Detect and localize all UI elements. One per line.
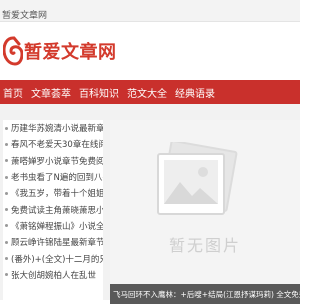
list-item-title[interactable]: 顾云峥许锦陆星最新章节 全文…	[11, 236, 103, 248]
list-item-title[interactable]: 免费试读主角萧晓萧思小说	[11, 204, 103, 216]
list-item-title[interactable]: 老书虫看了N遍的回到八零我被…	[11, 171, 103, 183]
list-item-title[interactable]: (番外)+(全文)十二月的兄没有…	[11, 253, 103, 265]
list-item[interactable]: 春风不老爱天30章在线阅读 …	[3, 136, 103, 152]
list-item[interactable]: 历建华苏婉清小说最新章节 历…	[3, 120, 103, 136]
list-item[interactable]: 萧嗒婵罗小说章节免费阅读 …	[3, 153, 103, 169]
list-item[interactable]: (番外)+(全文)十二月的兄没有…	[3, 250, 103, 266]
article-list: 历建华苏婉清小说最新章节 历… 春风不老爱天30章在线阅读 … 萧嗒婵罗小说章节…	[3, 120, 103, 304]
bullet-icon	[5, 126, 8, 130]
bullet-icon	[5, 191, 8, 195]
main-content: 历建华苏婉清小说最新章节 历… 春风不老爱天30章在线阅读 … 萧嗒婵罗小说章节…	[0, 104, 300, 304]
bullet-icon	[5, 273, 8, 277]
bullet-icon	[5, 257, 8, 261]
bullet-icon	[5, 142, 8, 146]
list-item-title[interactable]: 春风不老爱天30章在线阅读 …	[11, 138, 103, 150]
logo-icon[interactable]	[3, 36, 23, 66]
placeholder-text: 暂无图片	[168, 236, 241, 255]
featured-article[interactable]: 暂无图片 飞马回环不入鹰林：+后嗖+结局(江恩抒谋玛莉) 全文免费阅读无弹窗大结…	[110, 120, 300, 304]
nav-item-templates[interactable]: 范文大全	[123, 85, 171, 100]
bullet-icon	[5, 175, 8, 179]
list-item-title[interactable]: 历建华苏婉清小说最新章节 历…	[11, 122, 103, 134]
list-item[interactable]: 《我五岁，带着十个姐姐一起…	[3, 185, 103, 201]
list-item[interactable]: 顾云峥许锦陆星最新章节 全文…	[3, 234, 103, 250]
nav-item-home[interactable]: 首页	[0, 85, 27, 100]
bullet-icon	[5, 208, 8, 212]
list-item[interactable]: 张大创胡婉柏人在乱世	[3, 267, 103, 283]
bullet-icon	[5, 224, 8, 228]
bullet-icon	[5, 240, 8, 244]
list-item[interactable]: 《萧铭婵程振山》小说全文精彩…	[3, 218, 103, 234]
bullet-icon	[5, 159, 8, 163]
list-item-title[interactable]: 张大创胡婉柏人在乱世	[11, 269, 96, 281]
list-item[interactable]: 免费试读主角萧晓萧思小说	[3, 201, 103, 217]
top-bar: 暂爱文章网	[0, 0, 300, 22]
featured-caption[interactable]: 飞马回环不入鹰林：+后嗖+结局(江恩抒谋玛莉) 全文免费阅读无弹窗大结局(飞马	[110, 284, 300, 304]
nav-item-articles[interactable]: 文章荟萃	[27, 85, 75, 100]
list-item[interactable]: 老书虫看了N遍的回到八零我被…	[3, 169, 103, 185]
list-item-title[interactable]: 《萧铭婵程振山》小说全文精彩…	[11, 220, 103, 232]
nav-item-encyclopedia[interactable]: 百科知识	[75, 85, 123, 100]
list-item-title[interactable]: 萧嗒婵罗小说章节免费阅读 …	[11, 155, 103, 167]
logo-text[interactable]: 暂爱文章网	[24, 38, 117, 64]
featured-image-placeholder[interactable]: 暂无图片	[110, 120, 300, 284]
header: 暂爱文章网	[0, 22, 300, 80]
site-title: 暂爱文章网	[2, 11, 48, 21]
list-item-title[interactable]: 《我五岁，带着十个姐姐一起…	[11, 187, 103, 199]
image-placeholder-icon	[157, 142, 238, 215]
main-nav: 首页 文章荟萃 百科知识 范文大全 经典语录	[0, 80, 300, 104]
nav-item-quotes[interactable]: 经典语录	[171, 85, 219, 100]
